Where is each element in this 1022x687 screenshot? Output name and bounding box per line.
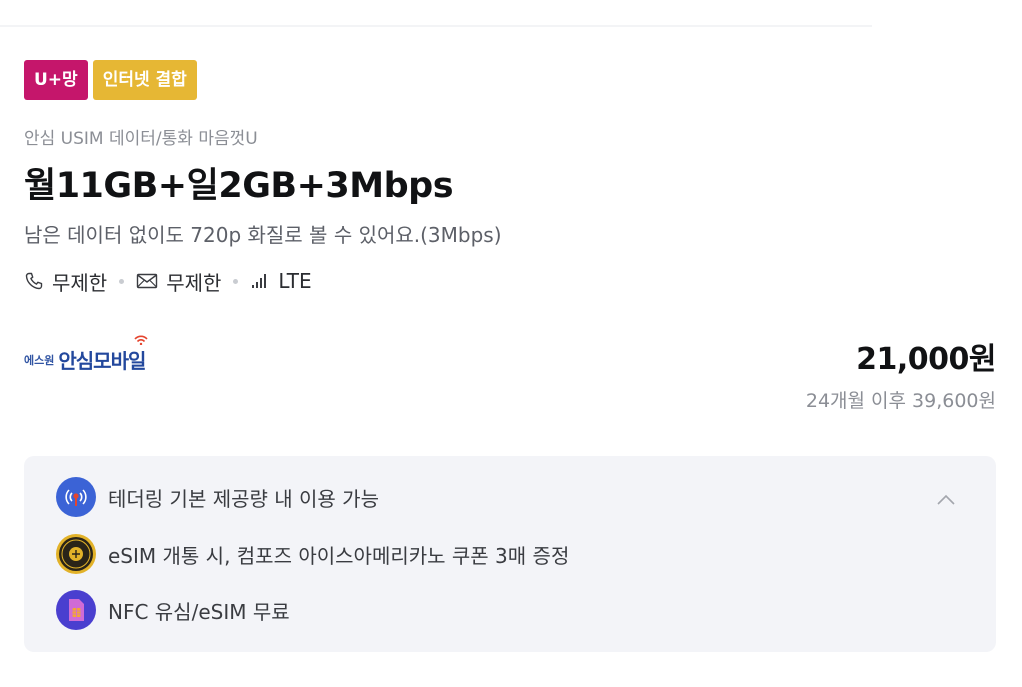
plan-card[interactable]: U+망 인터넷 결합 안심 USIM 데이터/통화 마음껏U 월11GB+일2G… — [24, 60, 996, 420]
internet-bundle-badge: 인터넷 결합 — [92, 60, 197, 100]
sms-spec-value: 무제한 — [166, 270, 222, 295]
carrier-logo-prefix: 에스원 — [24, 354, 55, 367]
signal-icon — [250, 272, 270, 290]
call-spec: 무제한 — [24, 267, 107, 296]
wifi-wave-icon — [134, 335, 148, 345]
plan-description: 남은 데이터 없이도 720p 화질로 볼 수 있어요.(3Mbps) — [24, 223, 502, 247]
provider-row: 에스원 안심모바일 21,000원 24개월 이후 39,600원 — [24, 335, 996, 420]
plan-title: 월11GB+일2GB+3Mbps — [24, 166, 454, 206]
network-spec-value: LTE — [278, 269, 312, 293]
benefits-panel: 테더링 기본 제공량 내 이용 가능 eSIM 개통 시, 컴포즈 아이스아메리… — [24, 456, 996, 652]
spec-separator — [233, 278, 239, 284]
carrier-logo-name: 안심모바일 — [58, 335, 148, 374]
price-after-promotion: 24개월 이후 39,600원 — [805, 390, 996, 412]
monthly-price: 21,000원 — [856, 342, 996, 377]
sms-spec: 무제한 — [136, 267, 221, 296]
benefit-text: 테더링 기본 제공량 내 이용 가능 — [108, 486, 379, 511]
benefit-item: 테더링 기본 제공량 내 이용 가능 — [56, 477, 379, 517]
benefit-item: eSIM 개통 시, 컴포즈 아이스아메리카노 쿠폰 3매 증정 — [56, 534, 569, 574]
benefit-text: NFC 유심/eSIM 무료 — [108, 599, 290, 624]
spec-separator — [119, 278, 125, 284]
envelope-icon — [136, 272, 158, 290]
phone-icon — [24, 271, 44, 291]
benefit-text: eSIM 개통 시, 컴포즈 아이스아메리카노 쿠폰 3매 증정 — [108, 543, 570, 568]
top-divider — [0, 25, 872, 27]
plan-specs: 무제한 무제한 LTE — [24, 267, 996, 296]
network-badge: U+망 — [24, 60, 88, 100]
carrier-logo[interactable]: 에스원 안심모바일 — [24, 335, 148, 374]
benefit-item: NFC 유심/eSIM 무료 — [56, 590, 290, 630]
plan-subtitle: 안심 USIM 데이터/통화 마음껏U — [24, 129, 258, 149]
carrier-logo-text: 안심모바일 — [58, 349, 146, 373]
chevron-up-icon[interactable] — [934, 488, 958, 512]
sim-card-icon — [56, 590, 96, 630]
tethering-icon — [56, 477, 96, 517]
compose-coffee-icon — [56, 534, 96, 574]
call-spec-value: 무제한 — [52, 270, 108, 295]
badge-group: U+망 인터넷 결합 — [24, 60, 996, 100]
network-spec: LTE — [250, 269, 312, 293]
